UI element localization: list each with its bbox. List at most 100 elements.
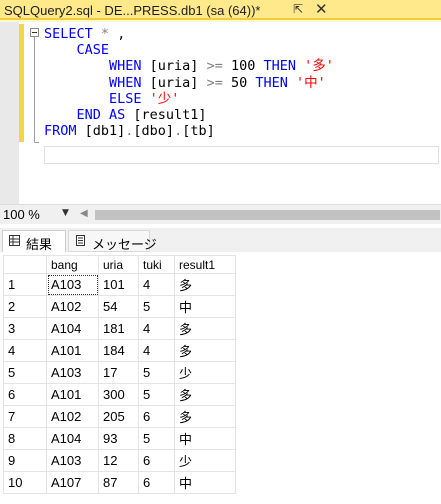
code-token: . (174, 123, 183, 140)
change-tracking-bar (19, 24, 24, 142)
table-cell[interactable]: 205 (98, 405, 139, 428)
results-grid[interactable]: bang uria tuki result1 1 A103 101 4 多 2 A102 54… (3, 255, 236, 494)
tab-messages[interactable]: メッセージ (68, 230, 157, 252)
table-row[interactable]: 6 A101 300 5 多 (3, 383, 236, 406)
row-number[interactable]: 7 (3, 405, 47, 428)
table-cell[interactable]: A103 (46, 449, 99, 472)
zoom-select[interactable]: 100 % (3, 207, 40, 222)
row-number[interactable]: 3 (3, 317, 47, 340)
table-cell[interactable]: 6 (138, 405, 175, 428)
row-number[interactable]: 6 (3, 383, 47, 406)
table-cell[interactable]: 54 (98, 295, 139, 318)
close-icon[interactable]: ✕ (315, 0, 328, 18)
code-line[interactable]: WHEN [uria] >= 100 THEN '多' (44, 58, 334, 74)
table-cell[interactable]: 4 (138, 273, 175, 296)
table-cell[interactable]: 少 (174, 361, 236, 384)
row-number[interactable]: 5 (3, 361, 47, 384)
table-cell[interactable]: 多 (174, 339, 236, 362)
table-cell[interactable]: 17 (98, 361, 139, 384)
table-row[interactable]: 3 A104 181 4 多 (3, 317, 236, 340)
row-number[interactable]: 10 (3, 471, 47, 494)
code-token: 50 (222, 74, 256, 91)
sql-code[interactable]: SELECT * , CASE WHEN [uria] >= 100 THEN … (44, 26, 334, 139)
table-row[interactable]: 9 A103 12 6 少 (3, 449, 236, 472)
code-token: SELECT (44, 26, 93, 42)
row-number[interactable]: 4 (3, 339, 47, 362)
code-line[interactable]: CASE (44, 42, 334, 58)
query-editor[interactable]: SELECT * , CASE WHEN [uria] >= 100 THEN … (0, 22, 441, 204)
tab-results-label: 結果 (26, 237, 53, 252)
row-number[interactable]: 9 (3, 449, 47, 472)
table-cell[interactable]: 多 (174, 383, 236, 406)
code-token: [uria] (149, 74, 207, 91)
table-cell[interactable]: 181 (98, 317, 139, 340)
column-header-uria[interactable]: uria (98, 255, 139, 274)
code-token: 100 (222, 58, 264, 75)
code-line[interactable]: SELECT * , (44, 26, 334, 42)
tab-results[interactable]: 結果 (2, 230, 66, 252)
table-cell[interactable]: A102 (46, 405, 99, 428)
code-token: [uria] (149, 58, 207, 75)
table-cell[interactable]: 中 (174, 471, 236, 494)
table-row[interactable]: 1 A103 101 4 多 (3, 273, 236, 296)
column-header-tuki[interactable]: tuki (138, 255, 175, 274)
table-row[interactable]: 10 A107 87 6 中 (3, 471, 236, 494)
table-cell[interactable]: 300 (98, 383, 139, 406)
code-line[interactable]: END AS [result1] (44, 107, 334, 123)
code-token: [result1] (133, 107, 207, 124)
code-line[interactable]: FROM [db1].[dbo].[tb] (44, 123, 334, 139)
column-header-result1[interactable]: result1 (174, 255, 236, 274)
code-token: '中' (296, 74, 326, 91)
table-cell[interactable]: A104 (46, 317, 99, 340)
table-cell[interactable]: A107 (46, 471, 99, 494)
document-tab[interactable]: SQLQuery2.sql - DE...PRESS.db1 (sa (64))… (0, 0, 441, 20)
table-row[interactable]: 8 A104 93 5 中 (3, 427, 236, 450)
table-row[interactable]: 7 A102 205 6 多 (3, 405, 236, 428)
code-line[interactable]: ELSE '少' (44, 91, 334, 107)
pin-icon[interactable]: ⇱ (293, 2, 303, 16)
table-cell[interactable]: 87 (98, 471, 139, 494)
table-row[interactable]: 2 A102 54 5 中 (3, 295, 236, 318)
table-cell[interactable]: A101 (46, 339, 99, 362)
table-cell[interactable]: 4 (138, 317, 175, 340)
table-cell[interactable]: A104 (46, 427, 99, 450)
table-cell[interactable]: A103 (46, 273, 99, 296)
table-cell[interactable]: 多 (174, 405, 236, 428)
code-token: '少' (149, 90, 180, 107)
table-cell[interactable]: A102 (46, 295, 99, 318)
table-cell[interactable]: 4 (138, 339, 175, 362)
table-cell[interactable]: 少 (174, 449, 236, 472)
table-cell[interactable]: 93 (98, 427, 139, 450)
horizontal-scrollbar-thumb[interactable] (95, 210, 440, 220)
code-token: , (109, 26, 126, 42)
table-cell[interactable]: 184 (98, 339, 139, 362)
table-cell[interactable]: 中 (174, 295, 236, 318)
column-header-bang[interactable]: bang (46, 255, 99, 274)
row-number[interactable]: 8 (3, 427, 47, 450)
table-row[interactable]: 5 A103 17 5 少 (3, 361, 236, 384)
scroll-left-icon[interactable]: ◀ (80, 208, 88, 219)
code-token: WHEN (44, 58, 150, 75)
table-cell[interactable]: 中 (174, 427, 236, 450)
row-number[interactable]: 1 (3, 273, 47, 296)
code-line[interactable]: WHEN [uria] >= 50 THEN '中' (44, 75, 334, 91)
table-cell[interactable]: 多 (174, 273, 236, 296)
table-cell[interactable]: 101 (98, 273, 139, 296)
table-cell[interactable]: 5 (138, 295, 175, 318)
collapse-outline-icon[interactable] (30, 28, 39, 37)
table-row[interactable]: 4 A101 184 4 多 (3, 339, 236, 362)
table-cell[interactable]: A101 (46, 383, 99, 406)
table-cell[interactable]: 12 (98, 449, 139, 472)
table-cell[interactable]: A103 (46, 361, 99, 384)
table-cell[interactable]: 多 (174, 317, 236, 340)
chevron-down-icon[interactable]: ▼ (62, 208, 69, 218)
document-icon (76, 235, 85, 246)
code-token: END AS (44, 107, 134, 124)
table-cell[interactable]: 6 (138, 471, 175, 494)
row-number[interactable]: 2 (3, 295, 47, 318)
table-cell[interactable]: 5 (138, 383, 175, 406)
table-cell[interactable]: 6 (138, 449, 175, 472)
column-header-rownum[interactable] (3, 255, 47, 274)
table-cell[interactable]: 5 (138, 361, 175, 384)
table-cell[interactable]: 5 (138, 427, 175, 450)
